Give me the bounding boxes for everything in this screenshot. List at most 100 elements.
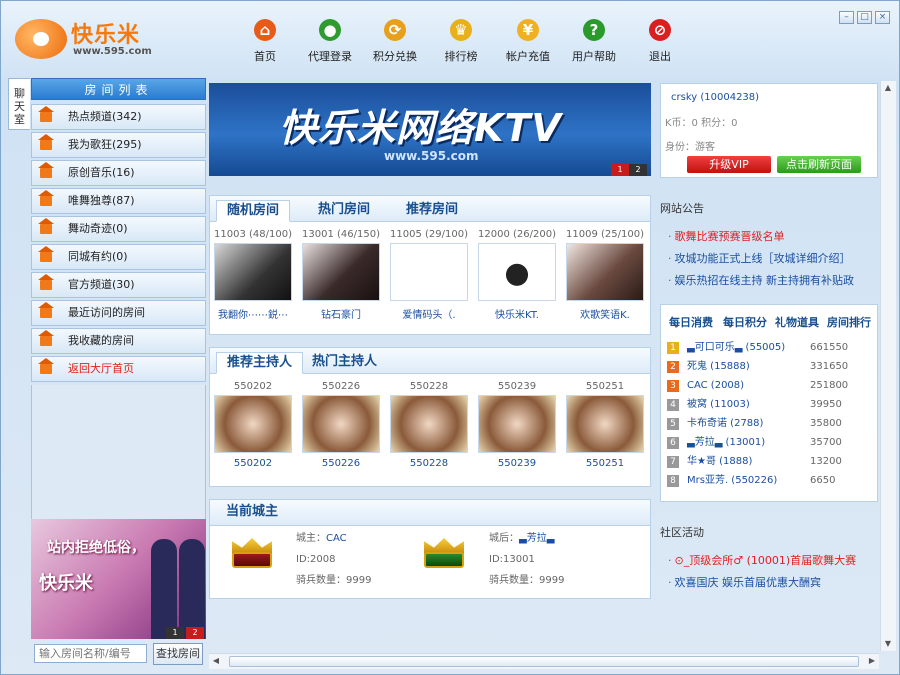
hosts-tab-bar: 推荐主持人 热门主持人 xyxy=(210,348,650,374)
room-card[interactable]: 12000 (26/200) 快乐米KT. xyxy=(478,228,556,321)
host-photo xyxy=(566,395,644,453)
find-room-button[interactable]: 查找房间 xyxy=(153,643,203,665)
lord-id-label: ID: xyxy=(296,554,311,565)
host-card[interactable]: 550228 550228 xyxy=(390,380,468,469)
main-banner[interactable]: 快乐米网络KTV www.595.com 1 2 xyxy=(209,83,651,176)
nav-agent-login-label: 代理登录 xyxy=(308,50,352,63)
home-icon: ⌂ xyxy=(254,19,276,41)
upgrade-vip-button[interactable]: 升级VIP xyxy=(687,156,771,173)
tab-gifts[interactable]: 礼物道具 xyxy=(775,314,819,330)
house-icon xyxy=(38,358,54,374)
vertical-scrollbar[interactable]: ▲ ▼ xyxy=(880,81,896,651)
room-photo xyxy=(302,243,380,301)
ad-page-1-button[interactable]: 1 xyxy=(166,627,184,639)
sidebar-item-favorites[interactable]: 我收藏的房间 xyxy=(31,328,206,354)
tab-daily-spend[interactable]: 每日消费 xyxy=(669,314,713,330)
minimize-button[interactable]: – xyxy=(839,11,854,24)
room-card[interactable]: 11009 (25/100) 欢歌笑语K. xyxy=(566,228,644,321)
room-search-input[interactable] xyxy=(34,644,147,663)
rank-row[interactable]: 2 死鬼 (15888) 331650 xyxy=(667,358,867,376)
nav-rankings-label: 排行榜 xyxy=(444,50,478,63)
scroll-left-arrow-icon[interactable]: ◀ xyxy=(209,654,223,668)
community-link[interactable]: ⊙_顶级会所♂ (10001)首届歌舞大赛 xyxy=(668,552,857,568)
scroll-right-arrow-icon[interactable]: ▶ xyxy=(865,654,879,668)
sidebar-item-dance-miracle[interactable]: 舞动奇迹(0) xyxy=(31,216,206,242)
nav-points-exchange-button[interactable]: ⟳ 积分兑换 xyxy=(364,15,426,65)
scroll-down-arrow-icon[interactable]: ▼ xyxy=(881,637,895,651)
banner-page-2-button[interactable]: 2 xyxy=(629,164,647,176)
nav-recharge-button[interactable]: ¥ 帐户充值 xyxy=(497,15,559,65)
lord-name[interactable]: CAC xyxy=(326,533,347,544)
community-title: 社区活动 xyxy=(660,526,704,539)
close-button[interactable]: × xyxy=(875,11,890,24)
user-name: crsky (10004238) xyxy=(671,92,760,103)
host-caption: 550226 xyxy=(321,381,361,392)
nav-home-button[interactable]: ⌂ 首页 xyxy=(234,15,296,65)
sidebar-item-singing[interactable]: 我为歌狂(295) xyxy=(31,132,206,158)
rank-row[interactable]: 1 ▃可口可乐▃ (55005) 661550 xyxy=(667,339,867,357)
chatroom-vertical-tab[interactable]: 聊天室 xyxy=(8,78,30,130)
scroll-up-arrow-icon[interactable]: ▲ xyxy=(881,81,895,95)
host-card[interactable]: 550226 550226 xyxy=(302,380,380,469)
banner-page-1-button[interactable]: 1 xyxy=(611,164,629,176)
rank-number: 3 xyxy=(667,380,679,392)
host-card[interactable]: 550202 550202 xyxy=(214,380,292,469)
nav-agent-login-button[interactable]: ● 代理登录 xyxy=(299,15,361,65)
rank-row[interactable]: 7 华★哥 (1888) 13200 xyxy=(667,453,867,471)
nav-rankings-button[interactable]: ♛ 排行榜 xyxy=(430,15,492,65)
tab-room-rank[interactable]: 房间排行 xyxy=(827,314,871,330)
horizontal-scroll-thumb[interactable] xyxy=(229,656,859,667)
sidebar-item-return-lobby[interactable]: 返回大厅首页 xyxy=(31,356,206,382)
sidebar-item-recent[interactable]: 最近访问的房间 xyxy=(31,300,206,326)
sidebar-item-hot-channel[interactable]: 热点频道(342) xyxy=(31,104,206,130)
house-icon xyxy=(38,302,54,318)
house-icon xyxy=(38,330,54,346)
sidebar-item-dance[interactable]: 唯舞独尊(87) xyxy=(31,188,206,214)
rank-row[interactable]: 3 CAC (2008) 251800 xyxy=(667,377,867,395)
help-icon: ? xyxy=(583,19,605,41)
ad-page-2-button[interactable]: 2 xyxy=(186,627,204,639)
announcement-link[interactable]: 攻城功能正式上线［攻城详细介绍］ xyxy=(668,250,851,266)
sidebar-item-label: 我收藏的房间 xyxy=(68,334,134,347)
tab-daily-points[interactable]: 每日积分 xyxy=(723,314,767,330)
announcement-link[interactable]: 娱乐热招在线主持 新主持拥有补贴政 xyxy=(668,272,855,288)
sidebar-ad-banner[interactable]: 站内拒绝低俗， 快乐米 1 2 xyxy=(31,519,206,639)
announcement-link[interactable]: 歌舞比赛预赛晋级名单 xyxy=(668,228,785,244)
community-link[interactable]: 欢喜国庆 娱乐首届优惠大酬宾 xyxy=(668,574,822,590)
lord-name-label: 城主： xyxy=(296,533,326,544)
tab-hot-hosts[interactable]: 热门主持人 xyxy=(302,352,387,374)
host-photo xyxy=(214,395,292,453)
room-card[interactable]: 11005 (29/100) 爱情码头（. xyxy=(390,228,468,321)
nav-exit-button[interactable]: ⊘ 退出 xyxy=(629,15,691,65)
rank-number: 7 xyxy=(667,456,679,468)
sidebar-item-original-music[interactable]: 原创音乐(16) xyxy=(31,160,206,186)
sidebar-item-label: 我为歌狂(295) xyxy=(68,138,142,151)
lord-troops-label: 骑兵数量： xyxy=(296,575,346,586)
tab-recommended-hosts[interactable]: 推荐主持人 xyxy=(216,352,304,374)
tab-recommended-rooms[interactable]: 推荐房间 xyxy=(396,200,468,222)
sidebar-item-local-date[interactable]: 同城有约(0) xyxy=(31,244,206,270)
host-card[interactable]: 550239 550239 xyxy=(478,380,556,469)
refresh-page-button[interactable]: 点击刷新页面 xyxy=(777,156,861,173)
rank-row[interactable]: 4 被窝 (11003) 39950 xyxy=(667,396,867,414)
nav-help-button[interactable]: ? 用户帮助 xyxy=(563,15,625,65)
banner-url: www.595.com xyxy=(384,149,479,163)
room-card[interactable]: 11003 (48/100) 我翻你⋯⋯鋭⋯ xyxy=(214,228,292,321)
horizontal-scrollbar[interactable]: ◀ ▶ xyxy=(209,653,879,669)
room-card[interactable]: 13001 (46/150) 钻石豪门 xyxy=(302,228,380,321)
sidebar-item-official[interactable]: 官方频道(30) xyxy=(31,272,206,298)
room-name: 我翻你⋯⋯鋭⋯ xyxy=(218,310,288,321)
rank-row[interactable]: 6 ▃芳拉▃ (13001) 35700 xyxy=(667,434,867,452)
tab-hot-rooms[interactable]: 热门房间 xyxy=(308,200,380,222)
rank-number: 4 xyxy=(667,399,679,411)
maximize-button[interactable]: □ xyxy=(857,11,872,24)
lady-troops: 9999 xyxy=(539,575,565,586)
rank-row[interactable]: 5 卡布奇诺 (2788) 35800 xyxy=(667,415,867,433)
nav-points-exchange-label: 积分兑换 xyxy=(373,50,417,63)
green-crown-icon xyxy=(420,534,468,574)
rank-row[interactable]: 8 Mrs亚芳. (550226) 6650 xyxy=(667,472,867,490)
logo-mark xyxy=(15,19,67,59)
host-card[interactable]: 550251 550251 xyxy=(566,380,644,469)
lady-name[interactable]: ▃芳拉▃ xyxy=(519,533,554,544)
tab-random-rooms[interactable]: 随机房间 xyxy=(216,200,291,222)
